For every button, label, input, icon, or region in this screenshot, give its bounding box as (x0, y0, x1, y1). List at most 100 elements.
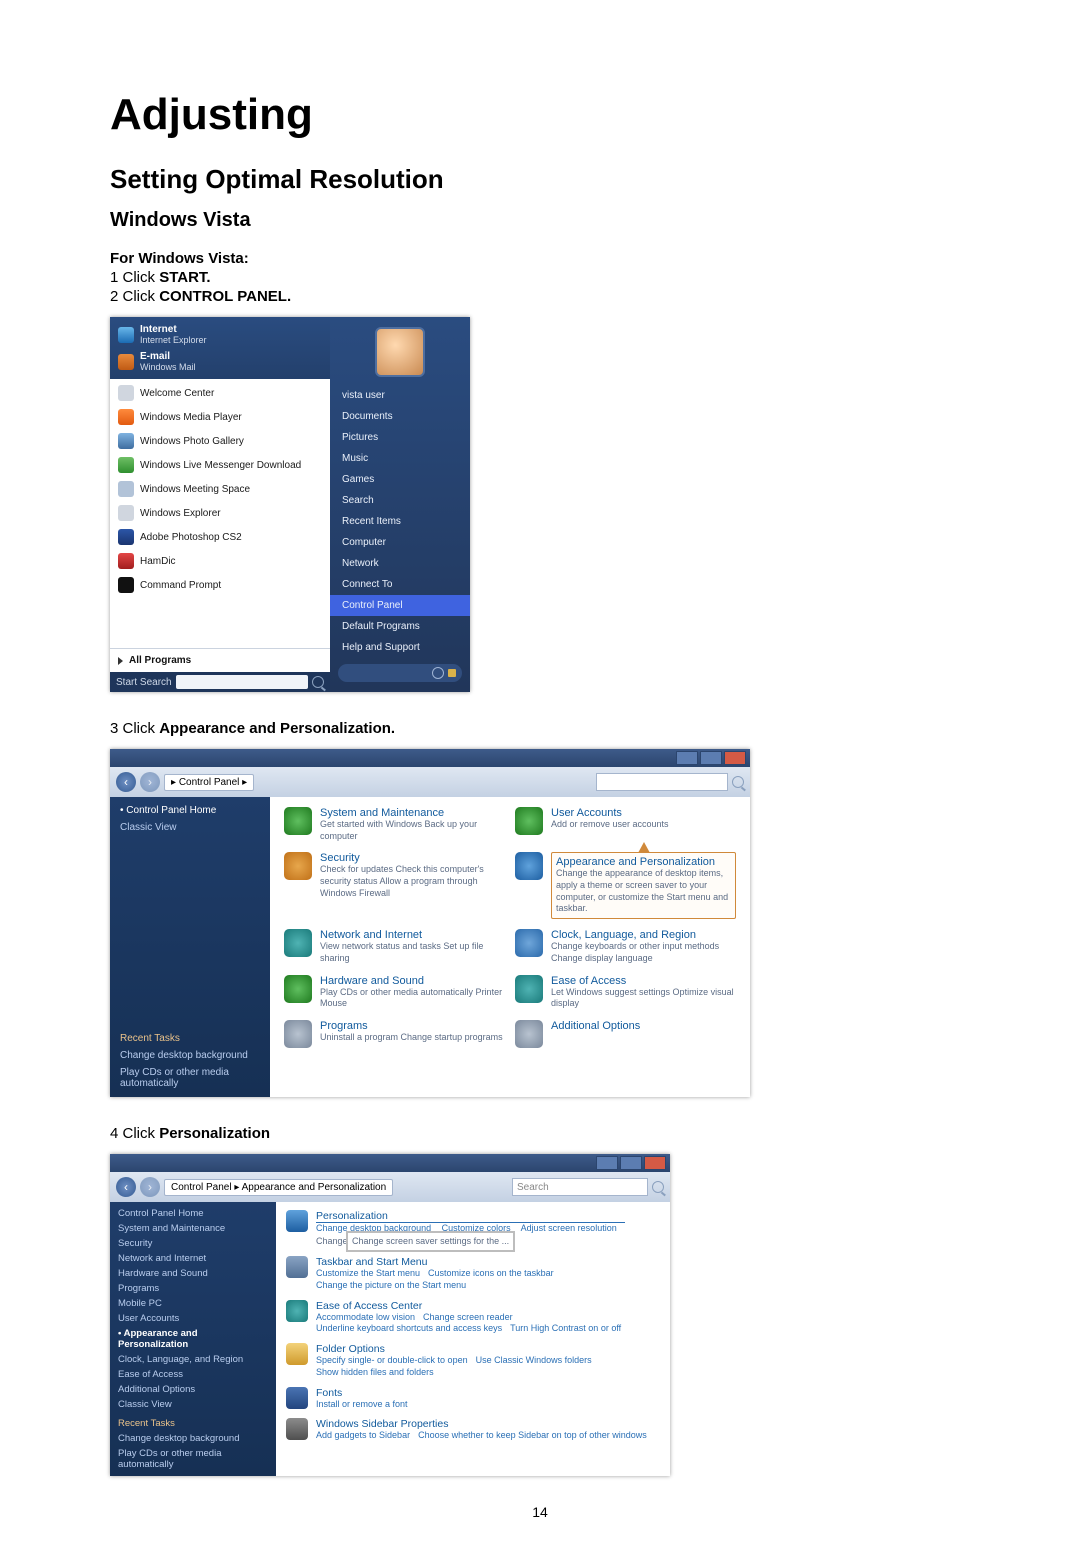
forward-button[interactable]: › (140, 1177, 160, 1197)
side-programs[interactable]: Programs (118, 1283, 268, 1294)
hardware-icon (284, 975, 312, 1003)
user-avatar[interactable] (375, 327, 425, 377)
app-hamdic[interactable]: HamDic (110, 549, 330, 573)
side-hardware[interactable]: Hardware and Sound (118, 1268, 268, 1279)
side-system[interactable]: System and Maintenance (118, 1223, 268, 1234)
right-user[interactable]: vista user (330, 385, 470, 406)
nav-toolbar: ‹ › Control Panel ▸ Appearance and Perso… (110, 1172, 670, 1202)
search-input[interactable]: Search (512, 1178, 648, 1196)
programs-icon (284, 1020, 312, 1048)
back-button[interactable]: ‹ (116, 772, 136, 792)
side-classic[interactable]: Classic View (118, 1399, 268, 1410)
app-media-player[interactable]: Windows Media Player (110, 405, 330, 429)
right-network[interactable]: Network (330, 553, 470, 574)
row-sidebar[interactable]: Windows Sidebar PropertiesAdd gadgets to… (286, 1418, 660, 1442)
app-explorer[interactable]: Windows Explorer (110, 501, 330, 525)
cat-additional[interactable]: Additional Options (515, 1020, 736, 1048)
window-titlebar (110, 749, 750, 767)
ease-icon (286, 1300, 308, 1322)
shield-icon (284, 852, 312, 880)
row-folder[interactable]: Folder Options Specify single- or double… (286, 1343, 660, 1378)
cat-system[interactable]: System and MaintenanceGet started with W… (284, 807, 505, 842)
right-recent[interactable]: Recent Items (330, 511, 470, 532)
app-icon (118, 385, 134, 401)
close-button[interactable] (724, 751, 746, 765)
side-ease[interactable]: Ease of Access (118, 1369, 268, 1380)
taskbar-icon (286, 1256, 308, 1278)
side-mobile[interactable]: Mobile PC (118, 1298, 268, 1309)
side-clock[interactable]: Clock, Language, and Region (118, 1354, 268, 1365)
cat-ease[interactable]: Ease of AccessLet Windows suggest settin… (515, 975, 736, 1010)
right-pictures[interactable]: Pictures (330, 427, 470, 448)
recent-task-1[interactable]: Change desktop background (118, 1433, 268, 1444)
side-appearance[interactable]: • Appearance and Personalization (118, 1328, 268, 1350)
app-welcome-center[interactable]: Welcome Center (110, 381, 330, 405)
app-icon (118, 529, 134, 545)
step-2: 2 Click CONTROL PANEL. (110, 288, 970, 305)
breadcrumb[interactable]: Control Panel ▸ Appearance and Personali… (164, 1179, 393, 1196)
power-buttons[interactable] (338, 664, 462, 682)
font-icon (286, 1387, 308, 1409)
cat-appearance[interactable]: Appearance and PersonalizationChange the… (515, 852, 736, 919)
cat-programs[interactable]: ProgramsUninstall a program Change start… (284, 1020, 505, 1048)
right-computer[interactable]: Computer (330, 532, 470, 553)
search-input[interactable] (596, 773, 728, 791)
cat-users[interactable]: User AccountsAdd or remove user accounts (515, 807, 736, 842)
row-personalization[interactable]: Personalization Change desktop backgroun… (286, 1210, 660, 1248)
additional-icon (515, 1020, 543, 1048)
cat-security[interactable]: SecurityCheck for updates Check this com… (284, 852, 505, 919)
app-photoshop[interactable]: Adobe Photoshop CS2 (110, 525, 330, 549)
right-documents[interactable]: Documents (330, 406, 470, 427)
cat-network[interactable]: Network and InternetView network status … (284, 929, 505, 964)
breadcrumb[interactable]: ▸ Control Panel ▸ (164, 774, 254, 791)
recent-task-1[interactable]: Change desktop background (120, 1050, 260, 1061)
pinned-internet[interactable]: Internet Internet Explorer (110, 321, 330, 348)
right-help[interactable]: Help and Support (330, 637, 470, 658)
minimize-button[interactable] (676, 751, 698, 765)
row-taskbar[interactable]: Taskbar and Start Menu Customize the Sta… (286, 1256, 660, 1291)
back-button[interactable]: ‹ (116, 1177, 136, 1197)
maximize-button[interactable] (700, 751, 722, 765)
row-ease[interactable]: Ease of Access Center Accommodate low vi… (286, 1300, 660, 1335)
sidebar-classic-view[interactable]: Classic View (120, 822, 260, 833)
side-home[interactable]: Control Panel Home (118, 1208, 268, 1219)
power-icon (432, 667, 444, 679)
app-meeting-space[interactable]: Windows Meeting Space (110, 477, 330, 501)
recent-task-2[interactable]: Play CDs or other media automatically (120, 1067, 260, 1089)
side-security[interactable]: Security (118, 1238, 268, 1249)
app-cmd[interactable]: Command Prompt (110, 573, 330, 597)
minimize-button[interactable] (596, 1156, 618, 1170)
figure-start-menu: Internet Internet Explorer E-mail Window… (110, 317, 970, 692)
step-3: 3 Click Appearance and Personalization. (110, 720, 970, 737)
chevron-right-icon (118, 657, 123, 665)
app-icon (118, 457, 134, 473)
nav-toolbar: ‹ › ▸ Control Panel ▸ (110, 767, 750, 797)
right-music[interactable]: Music (330, 448, 470, 469)
right-games[interactable]: Games (330, 469, 470, 490)
pinned-email[interactable]: E-mail Windows Mail (110, 348, 330, 375)
app-live-messenger[interactable]: Windows Live Messenger Download (110, 453, 330, 477)
right-default-programs[interactable]: Default Programs (330, 616, 470, 637)
recent-task-2[interactable]: Play CDs or other media automatically (118, 1448, 268, 1470)
right-search[interactable]: Search (330, 490, 470, 511)
all-programs[interactable]: All Programs (110, 648, 330, 672)
side-users[interactable]: User Accounts (118, 1313, 268, 1324)
forward-button[interactable]: › (140, 772, 160, 792)
side-additional[interactable]: Additional Options (118, 1384, 268, 1395)
start-search[interactable]: Start Search (110, 672, 330, 692)
app-photo-gallery[interactable]: Windows Photo Gallery (110, 429, 330, 453)
side-network[interactable]: Network and Internet (118, 1253, 268, 1264)
recent-tasks-header: Recent Tasks (118, 1418, 268, 1429)
search-icon (312, 676, 324, 688)
close-button[interactable] (644, 1156, 666, 1170)
sidebar-home[interactable]: • Control Panel Home (120, 805, 260, 816)
window-titlebar (110, 1154, 670, 1172)
cat-hardware[interactable]: Hardware and SoundPlay CDs or other medi… (284, 975, 505, 1010)
right-control-panel[interactable]: Control Panel (330, 595, 470, 616)
row-fonts[interactable]: FontsInstall or remove a font (286, 1387, 660, 1411)
monitor-icon (286, 1210, 308, 1232)
maximize-button[interactable] (620, 1156, 642, 1170)
right-connect[interactable]: Connect To (330, 574, 470, 595)
cat-clock[interactable]: Clock, Language, and RegionChange keyboa… (515, 929, 736, 964)
app-icon (118, 409, 134, 425)
